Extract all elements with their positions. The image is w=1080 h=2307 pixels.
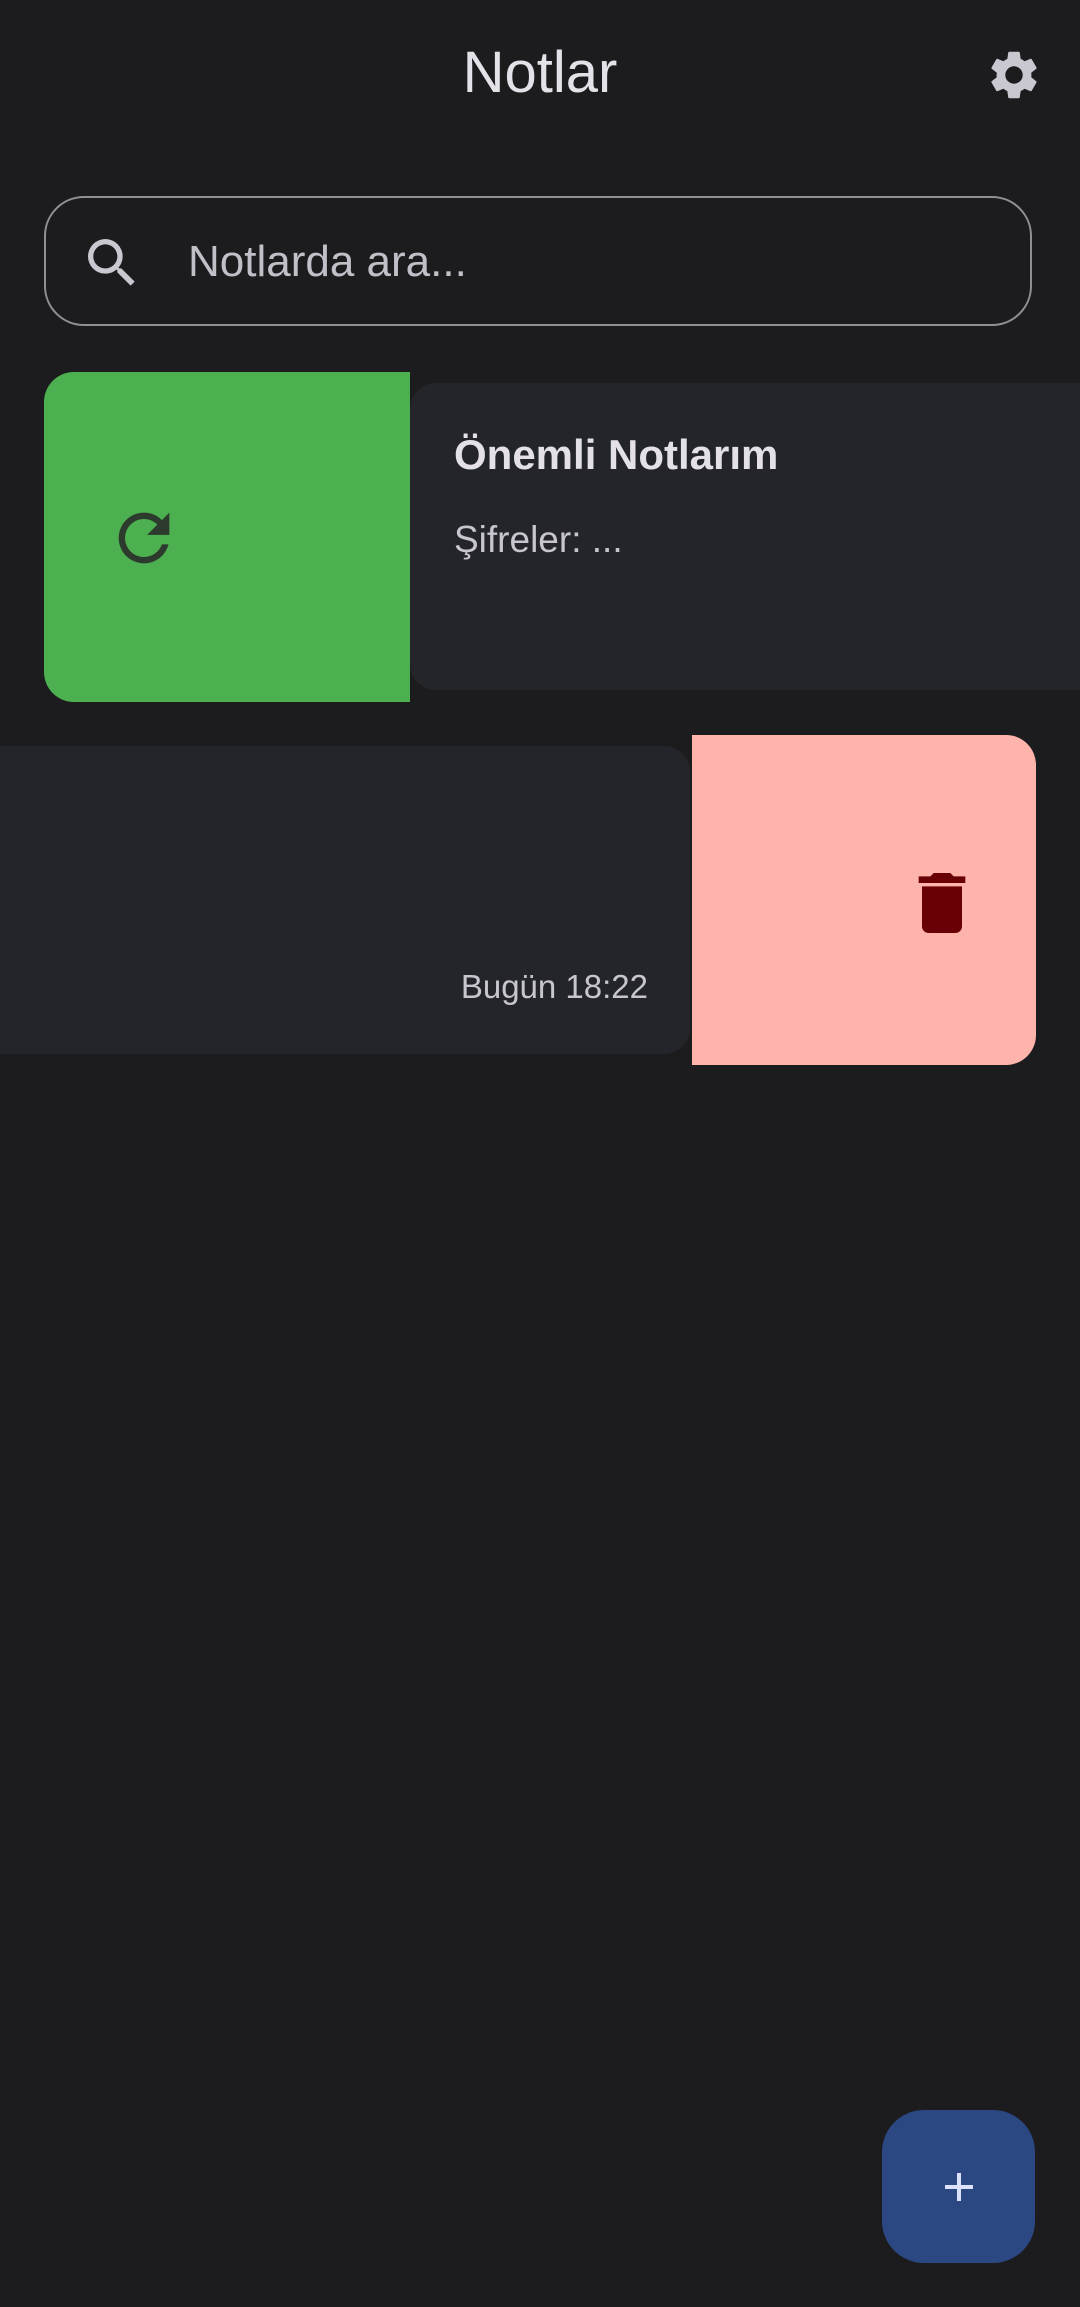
restore-icon: [118, 512, 170, 564]
note-title: Önemli Notlarım: [454, 431, 779, 478]
search-icon: [88, 239, 135, 286]
search-input[interactable]: [186, 198, 990, 325]
settings-button[interactable]: [970, 38, 1058, 112]
delete-icon: [918, 873, 966, 933]
plus-icon: [944, 2172, 973, 2201]
note-card[interactable]: Önemli Notlarım Şifreler: ...: [410, 383, 1080, 690]
app-bar: Notlar: [0, 0, 1080, 150]
note-preview: Şifreler: ...: [454, 519, 623, 560]
page-title: Notlar: [462, 40, 618, 105]
note-card[interactable]: Bugün 18:22: [0, 746, 690, 1054]
restore-swipe-background: [44, 372, 410, 702]
search-bar[interactable]: [44, 196, 1032, 326]
delete-swipe-background: [692, 735, 1036, 1065]
gear-icon: [991, 51, 1037, 99]
note-timestamp: Bugün 18:22: [460, 968, 648, 1005]
add-note-button[interactable]: [882, 2110, 1035, 2263]
